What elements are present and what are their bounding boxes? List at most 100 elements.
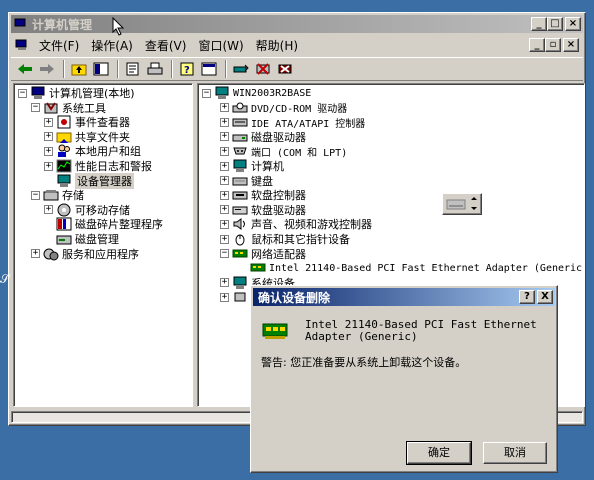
console-tree-item[interactable]: − 计算机管理(本地) bbox=[18, 86, 135, 100]
console-tree-item[interactable]: − 系统工具 bbox=[31, 101, 106, 115]
dialog-titlebar[interactable]: 确认设备删除 ? X bbox=[253, 288, 555, 306]
uninstall-icon[interactable] bbox=[275, 60, 295, 78]
device-tree-item[interactable]: + 端口 (COM 和 LPT) bbox=[220, 144, 348, 159]
tree-item-label: 声音、视频和游戏控制器 bbox=[251, 218, 372, 232]
computer-icon bbox=[232, 159, 248, 173]
usb-icon bbox=[232, 290, 248, 304]
console-tree-item[interactable]: + 本地用户和组 bbox=[44, 144, 141, 158]
help-icon[interactable]: ? bbox=[177, 60, 197, 78]
console-tree-item[interactable]: + 服务和应用程序 bbox=[31, 247, 139, 261]
device-tree-item[interactable]: + IDE ATA/ATAPI 控制器 bbox=[220, 115, 365, 130]
tree-expander[interactable]: + bbox=[220, 190, 229, 200]
device-tree-item[interactable]: + 软盘控制器 bbox=[220, 188, 306, 202]
ide-controller-icon bbox=[232, 115, 248, 129]
tree-expander[interactable]: + bbox=[44, 117, 53, 127]
tree-expander[interactable]: + bbox=[220, 278, 229, 288]
device-tree-item[interactable]: + 键盘 bbox=[220, 174, 273, 188]
removable-storage-icon bbox=[56, 203, 72, 217]
properties-icon[interactable] bbox=[123, 60, 143, 78]
device-tree-item[interactable]: + DVD/CD-ROM 驱动器 bbox=[220, 101, 347, 115]
console-tree-item[interactable]: + 共享文件夹 bbox=[44, 130, 130, 144]
tree-expander[interactable]: + bbox=[220, 103, 229, 113]
tree-item-label: 系统工具 bbox=[62, 101, 106, 115]
tree-expander[interactable]: − bbox=[220, 249, 229, 259]
desktop-edge-glyph: 𝒮 bbox=[0, 272, 10, 286]
tree-item-label: 端口 (COM 和 LPT) bbox=[251, 147, 348, 159]
defrag-icon bbox=[56, 217, 72, 231]
tree-expander[interactable]: + bbox=[44, 161, 53, 171]
tree-expander[interactable]: + bbox=[44, 205, 53, 215]
tree-expander[interactable]: + bbox=[220, 292, 229, 302]
ok-button[interactable]: 确定 bbox=[406, 441, 472, 465]
help-topics-icon[interactable] bbox=[199, 60, 219, 78]
device-tree-item[interactable]: + 磁盘驱动器 bbox=[220, 130, 306, 144]
cancel-button[interactable]: 取消 bbox=[483, 442, 547, 464]
console-tree-item[interactable]: + 可移动存储 bbox=[44, 203, 130, 217]
tree-expander[interactable]: + bbox=[44, 132, 53, 142]
tree-item-label: 事件查看器 bbox=[75, 116, 130, 130]
tree-item-label: 设备管理器 bbox=[75, 172, 134, 189]
console-tree-item[interactable]: + 事件查看器 bbox=[44, 115, 130, 129]
mdi-close-button[interactable]: × bbox=[563, 38, 579, 52]
console-tree-pane[interactable]: − 计算机管理(本地) − 系统工具 + 事件查看器 + 共享文件夹 + 本地用户和组 + 性能日志和… bbox=[13, 83, 193, 407]
device-tree-item[interactable]: + 计算机 bbox=[220, 159, 284, 173]
dialog-warning-text: 警告: 您正准备要从系统上卸载这个设备。 bbox=[261, 356, 467, 369]
users-groups-icon bbox=[56, 144, 72, 158]
tree-expander[interactable]: + bbox=[44, 146, 53, 156]
floating-toolbar[interactable] bbox=[442, 193, 482, 215]
tree-expander[interactable]: − bbox=[31, 103, 40, 113]
system-tools-icon bbox=[43, 101, 59, 115]
console-tree-item[interactable]: 设备管理器 bbox=[44, 172, 134, 189]
menu-help[interactable]: 帮助(H) bbox=[250, 37, 304, 54]
tree-expander[interactable]: + bbox=[220, 219, 229, 229]
tree-item-label: 磁盘驱动器 bbox=[251, 130, 306, 144]
tree-expander[interactable]: + bbox=[220, 132, 229, 142]
back-icon[interactable] bbox=[15, 60, 35, 78]
keyboard-icon bbox=[232, 174, 248, 188]
tree-expander[interactable]: + bbox=[220, 146, 229, 156]
up-level-icon[interactable] bbox=[69, 60, 89, 78]
show-hide-tree-icon[interactable] bbox=[91, 60, 111, 78]
console-tree-item[interactable]: 磁盘碎片整理程序 bbox=[44, 217, 163, 231]
mouse-icon bbox=[232, 232, 248, 246]
close-button[interactable]: × bbox=[565, 17, 581, 31]
console-tree-item[interactable]: + 性能日志和警报 bbox=[44, 159, 152, 173]
update-driver-icon[interactable] bbox=[253, 60, 273, 78]
device-tree-item[interactable]: − WIN2003R2BASE bbox=[202, 86, 311, 100]
device-tree-item[interactable]: + 声音、视频和游戏控制器 bbox=[220, 217, 372, 231]
tree-expander[interactable]: − bbox=[18, 88, 27, 98]
computer-mgmt-icon bbox=[30, 86, 46, 100]
console-tree-item[interactable]: 磁盘管理 bbox=[44, 232, 119, 246]
dialog-help-button[interactable]: ? bbox=[519, 290, 535, 304]
menu-view[interactable]: 查看(V) bbox=[139, 37, 193, 54]
menu-bar: 文件(F) 操作(A) 查看(V) 窗口(W) 帮助(H) _ ▫ × bbox=[11, 35, 583, 55]
minimize-button[interactable]: _ bbox=[531, 17, 547, 31]
tree-item-label: 磁盘碎片整理程序 bbox=[75, 218, 163, 232]
tree-expander[interactable]: + bbox=[220, 117, 229, 127]
menu-file[interactable]: 文件(F) bbox=[33, 37, 85, 54]
device-tree-item[interactable]: + 软盘驱动器 bbox=[220, 203, 306, 217]
device-tree-item[interactable]: − 网络适配器 bbox=[220, 247, 306, 261]
tree-expander[interactable]: + bbox=[31, 249, 40, 259]
tree-item-label: 服务和应用程序 bbox=[62, 247, 139, 261]
tree-expander[interactable]: + bbox=[220, 205, 229, 215]
forward-icon[interactable] bbox=[37, 60, 57, 78]
tree-expander[interactable]: + bbox=[220, 176, 229, 186]
mdi-minimize-button[interactable]: _ bbox=[529, 38, 545, 52]
print-icon[interactable] bbox=[145, 60, 165, 78]
mdi-child-icon[interactable] bbox=[15, 39, 29, 51]
device-tree-item[interactable]: Intel 21140-Based PCI Fast Ethernet Adap… bbox=[238, 261, 584, 275]
tree-expander[interactable]: − bbox=[202, 88, 211, 98]
tree-expander[interactable]: + bbox=[220, 234, 229, 244]
mdi-restore-button[interactable]: ▫ bbox=[545, 38, 561, 52]
console-tree-item[interactable]: − 存储 bbox=[31, 188, 84, 202]
tree-expander[interactable]: − bbox=[31, 190, 40, 200]
device-tree-item[interactable]: + bbox=[220, 290, 251, 304]
device-tree-item[interactable]: + 鼠标和其它指针设备 bbox=[220, 232, 350, 246]
maximize-button[interactable]: □ bbox=[547, 17, 563, 31]
menu-window[interactable]: 窗口(W) bbox=[192, 37, 249, 54]
tree-expander[interactable]: + bbox=[220, 161, 229, 171]
main-titlebar[interactable]: 计算机管理 _ □ × bbox=[11, 15, 583, 33]
scan-hardware-icon[interactable] bbox=[231, 60, 251, 78]
dialog-close-button[interactable]: X bbox=[537, 290, 553, 304]
